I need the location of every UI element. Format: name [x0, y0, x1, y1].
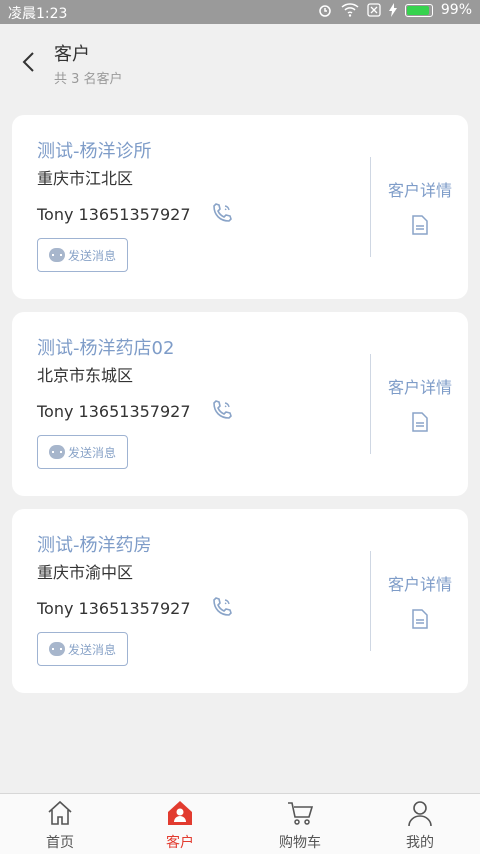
document-icon[interactable]	[411, 609, 429, 629]
document-icon[interactable]	[411, 215, 429, 235]
battery-percent: 99%	[440, 2, 472, 18]
home-icon	[48, 800, 72, 825]
send-message-label: 发送消息	[67, 642, 116, 657]
customer-contact: Tony 13651357927	[37, 205, 191, 224]
page-title: 客户	[54, 44, 90, 65]
customer-card[interactable]: 测试-杨洋药店02 北京市东城区 Tony 13651357927 发送消息 客…	[12, 312, 468, 496]
customer-detail-link[interactable]: 客户详情	[382, 177, 458, 201]
battery-icon	[404, 3, 433, 17]
customer-detail-link[interactable]: 客户详情	[382, 571, 458, 595]
tab-home[interactable]: 首页	[0, 794, 120, 854]
phone-icon[interactable]	[210, 398, 234, 422]
customer-region: 北京市东城区	[37, 366, 134, 385]
charging-icon	[388, 3, 397, 17]
customer-detail-link[interactable]: 客户详情	[382, 374, 458, 398]
send-message-label: 发送消息	[67, 248, 116, 263]
tab-cart[interactable]: 购物车	[240, 794, 360, 854]
card-divider	[370, 157, 371, 257]
tab-label: 客户	[166, 835, 194, 851]
sim-icon	[367, 3, 381, 17]
page-header: 客户 共 3 名客户	[0, 24, 480, 100]
alarm-icon	[319, 5, 331, 17]
customer-region: 重庆市渝中区	[37, 563, 134, 582]
phone-icon[interactable]	[210, 595, 234, 619]
customer-count: 共 3 名客户	[54, 72, 123, 87]
customer-contact: Tony 13651357927	[37, 599, 191, 618]
send-message-button[interactable]: 发送消息	[37, 435, 128, 469]
customer-card[interactable]: 测试-杨洋药房 重庆市渝中区 Tony 13651357927 发送消息 客户详…	[12, 509, 468, 693]
customer-name[interactable]: 测试-杨洋药房	[37, 531, 152, 557]
status-icons: 99%	[317, 2, 472, 18]
status-time: 凌晨1:23	[8, 6, 68, 22]
customer-icon	[168, 801, 192, 825]
customer-name[interactable]: 测试-杨洋药店02	[37, 334, 174, 360]
chat-bubble-icon	[48, 248, 65, 262]
customer-contact: Tony 13651357927	[37, 402, 191, 421]
phone-icon[interactable]	[210, 201, 234, 225]
chat-bubble-icon	[48, 642, 65, 656]
send-message-label: 发送消息	[67, 445, 116, 460]
tab-label: 首页	[46, 835, 74, 851]
card-divider	[370, 551, 371, 651]
tab-label: 我的	[406, 835, 434, 851]
customer-name[interactable]: 测试-杨洋诊所	[37, 137, 152, 163]
tab-label: 购物车	[279, 835, 321, 851]
chat-bubble-icon	[48, 445, 65, 459]
status-bar: 凌晨1:23 99%	[0, 0, 480, 24]
customer-region: 重庆市江北区	[37, 169, 134, 188]
cart-icon	[288, 802, 314, 825]
send-message-button[interactable]: 发送消息	[37, 238, 128, 272]
send-message-button[interactable]: 发送消息	[37, 632, 128, 666]
document-icon[interactable]	[411, 412, 429, 432]
back-arrow-icon[interactable]	[18, 50, 42, 74]
user-icon	[408, 801, 432, 827]
tab-profile[interactable]: 我的	[360, 794, 480, 854]
card-divider	[370, 354, 371, 454]
bottom-tab-bar: 首页 客户 购物车 我的	[0, 793, 480, 854]
customer-card[interactable]: 测试-杨洋诊所 重庆市江北区 Tony 13651357927 发送消息 客户详…	[12, 115, 468, 299]
wifi-icon	[341, 3, 359, 17]
tab-customers[interactable]: 客户	[120, 794, 240, 854]
